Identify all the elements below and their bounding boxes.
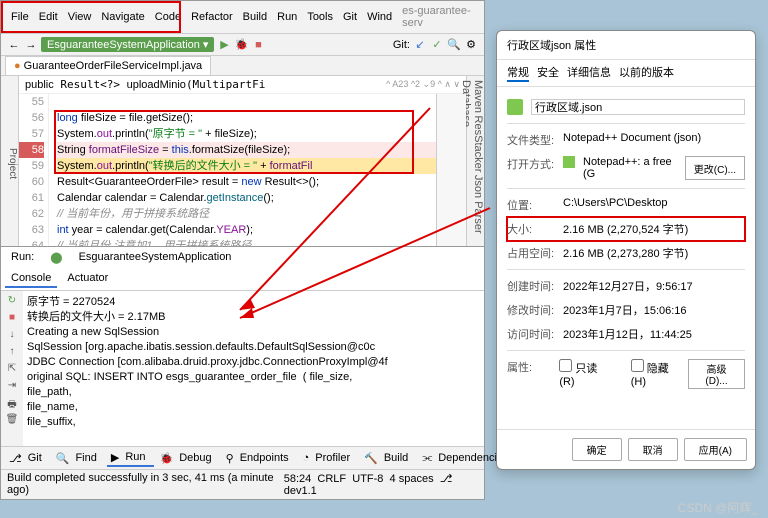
- run-tab-app[interactable]: EsguaranteeSystemApplication: [73, 249, 238, 266]
- loc-value: C:\Users\PC\Desktop: [563, 197, 745, 213]
- hidden-checkbox[interactable]: 隐藏(H): [631, 359, 680, 389]
- ide-window: File Edit View Navigate Code Refactor Bu…: [0, 0, 485, 500]
- stop-icon[interactable]: ■: [5, 312, 19, 326]
- change-button[interactable]: 更改(C)...: [685, 156, 745, 180]
- tab-debug[interactable]: 🐞 Debug: [156, 449, 220, 467]
- attr-label: 属性:: [507, 359, 551, 389]
- dialog-tabs: 常规 安全 详细信息 以前的版本: [497, 60, 755, 87]
- menu-git[interactable]: Git: [339, 9, 361, 25]
- tab-endpoints[interactable]: ⚲ Endpoints: [222, 449, 297, 467]
- tab-git[interactable]: ⎇ Git: [5, 449, 50, 467]
- run-label: Run:: [5, 249, 40, 266]
- bottom-toolbar: ⎇ Git 🔍 Find ▶ Run 🐞 Debug ⚲ Endpoints ◔…: [1, 446, 484, 469]
- tab-profiler[interactable]: ◔ Profiler: [299, 449, 359, 467]
- ok-button[interactable]: 确定: [572, 438, 622, 461]
- print-icon[interactable]: 🖶: [5, 397, 19, 411]
- properties-dialog: 行政区域json 属性 常规 安全 详细信息 以前的版本 文件类型: Notepa…: [496, 30, 756, 470]
- gutter[interactable]: 555657 58 596061 626364 6566: [19, 94, 49, 246]
- modified-value: 2023年1月7日，15:06:16: [563, 302, 745, 318]
- run-icon[interactable]: ▶: [217, 38, 231, 52]
- type-label: 文件类型:: [507, 132, 555, 148]
- settings-icon[interactable]: ⚙: [464, 38, 478, 52]
- tab-label: GuaranteeOrderFileServiceImpl.java: [24, 60, 203, 72]
- tab-build[interactable]: 🔨 Build: [360, 449, 416, 467]
- right-sidebar[interactable]: Maven ResStacker Json Parser Database: [466, 76, 484, 246]
- menu-tools[interactable]: Tools: [303, 9, 337, 25]
- modified-label: 修改时间:: [507, 302, 555, 318]
- dialog-body: 文件类型: Notepad++ Document (json) 打开方式: Note…: [497, 87, 755, 429]
- inspection-hints[interactable]: ^ A23 ^2 ⌄9 ^ ∧ ∨: [386, 79, 460, 90]
- down-icon[interactable]: ↓: [5, 329, 19, 343]
- watermark: CSDN @阿辉_: [678, 499, 758, 516]
- created-value: 2022年12月27日，9:56:17: [563, 278, 745, 294]
- size-value: 2.16 MB (2,270,524 字节): [563, 221, 745, 237]
- tab-details[interactable]: 详细信息: [567, 64, 611, 82]
- dialog-title: 行政区域json 属性: [497, 31, 755, 60]
- export-icon[interactable]: ⇱: [5, 363, 19, 377]
- tab-find[interactable]: 🔍 Find: [52, 449, 105, 467]
- run-config[interactable]: EsguaranteeSystemApplication ▾: [41, 37, 214, 52]
- wrap-icon[interactable]: ⇥: [5, 380, 19, 394]
- menu-refactor[interactable]: Refactor: [187, 9, 237, 25]
- dialog-buttons: 确定 取消 应用(A): [497, 429, 755, 469]
- type-value: Notepad++ Document (json): [563, 132, 745, 148]
- disk-value: 2.16 MB (2,273,280 字节): [563, 245, 745, 261]
- notepad-icon: [563, 156, 575, 168]
- toolbar: ← → EsguaranteeSystemApplication ▾ ▶ 🐞 ■…: [1, 34, 484, 56]
- project-name: es-guarantee-serv: [398, 3, 478, 31]
- menu-build[interactable]: Build: [239, 9, 271, 25]
- advanced-button[interactable]: 高级(D)...: [688, 359, 745, 389]
- created-label: 创建时间:: [507, 278, 555, 294]
- size-label: 大小:: [507, 221, 555, 237]
- debug-icon[interactable]: 🐞: [234, 38, 248, 52]
- accessed-label: 访问时间:: [507, 326, 555, 342]
- back-icon[interactable]: ←: [7, 38, 21, 52]
- tab-run[interactable]: ▶ Run: [107, 449, 154, 467]
- status-msg: Build completed successfully in 3 sec, 4…: [7, 472, 284, 497]
- console-tab[interactable]: Console: [5, 270, 57, 288]
- java-icon: ●: [14, 60, 21, 72]
- readonly-checkbox[interactable]: 只读(R): [559, 359, 608, 389]
- disk-label: 占用空间:: [507, 245, 555, 261]
- actuator-tab[interactable]: Actuator: [61, 270, 114, 288]
- run-panel: Run: ⬤ EsguaranteeSystemApplication Cons…: [1, 246, 484, 446]
- minimap[interactable]: [436, 94, 466, 246]
- status-bar: Build completed successfully in 3 sec, 4…: [1, 469, 484, 499]
- editor-tab[interactable]: ●GuaranteeOrderFileServiceImpl.java: [5, 56, 211, 75]
- tab-security[interactable]: 安全: [537, 64, 559, 82]
- trash-icon[interactable]: 🗑: [5, 414, 19, 428]
- tab-general[interactable]: 常规: [507, 64, 529, 82]
- cancel-button[interactable]: 取消: [628, 438, 678, 461]
- tab-previous[interactable]: 以前的版本: [619, 64, 674, 82]
- method-signature-bar: public Result<?> uploadMinio(MultipartFi…: [19, 76, 466, 94]
- apply-button[interactable]: 应用(A): [684, 438, 747, 461]
- highlight-box-code: [54, 110, 414, 174]
- breakpoint[interactable]: 58: [19, 142, 44, 158]
- loc-label: 位置:: [507, 197, 555, 213]
- search-icon[interactable]: 🔍: [447, 38, 461, 52]
- open-value: Notepad++: a free (G: [583, 156, 677, 180]
- open-label: 打开方式:: [507, 156, 555, 180]
- forward-icon[interactable]: →: [24, 38, 38, 52]
- stop-icon[interactable]: ■: [251, 38, 265, 52]
- accessed-value: 2023年1月12日，11:44:25: [563, 326, 745, 342]
- git-label: Git:: [393, 39, 410, 51]
- editor-tabs: ●GuaranteeOrderFileServiceImpl.java: [1, 56, 484, 76]
- menu-window[interactable]: Wind: [363, 9, 396, 25]
- filename-input[interactable]: [531, 99, 745, 115]
- menu-run[interactable]: Run: [273, 9, 301, 25]
- up-icon[interactable]: ↑: [5, 346, 19, 360]
- git-update-icon[interactable]: ↙: [413, 38, 427, 52]
- left-sidebar[interactable]: Project: [1, 76, 19, 246]
- git-commit-icon[interactable]: ✓: [430, 38, 444, 52]
- rerun-icon[interactable]: ↻: [5, 295, 19, 309]
- file-icon: [507, 99, 523, 115]
- run-panel-tabs: Run: ⬤ EsguaranteeSystemApplication: [1, 247, 484, 268]
